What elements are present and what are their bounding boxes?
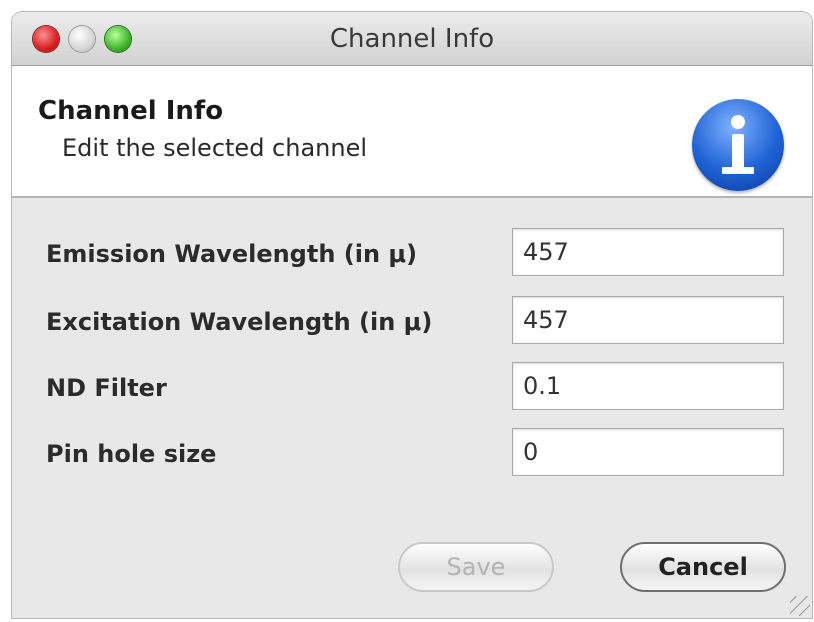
title-bar[interactable]: Channel Info [12, 12, 812, 66]
header-subtitle: Edit the selected channel [62, 134, 368, 162]
excitation-wavelength-label: Excitation Wavelength (in μ) [46, 308, 433, 336]
emission-wavelength-input[interactable] [512, 228, 784, 276]
excitation-wavelength-input[interactable] [512, 296, 784, 344]
nd-filter-input[interactable] [512, 362, 784, 410]
channel-info-dialog: Channel Info Channel Info Edit the selec… [12, 12, 812, 618]
header-title: Channel Info [38, 96, 224, 126]
nd-filter-label: ND Filter [46, 374, 167, 402]
excitation-wavelength-row: Excitation Wavelength (in μ) [12, 296, 812, 348]
resize-grip-icon[interactable] [790, 596, 810, 616]
dialog-header: Channel Info Edit the selected channel [12, 66, 812, 198]
pin-hole-size-row: Pin hole size [12, 428, 812, 480]
info-icon [692, 99, 784, 191]
nd-filter-row: ND Filter [12, 362, 812, 414]
window-title: Channel Info [329, 24, 495, 54]
save-button[interactable]: Save [398, 542, 554, 592]
cancel-button[interactable]: Cancel [620, 542, 786, 592]
emission-wavelength-row: Emission Wavelength (in μ) [12, 228, 812, 280]
pin-hole-size-input[interactable] [512, 428, 784, 476]
pin-hole-size-label: Pin hole size [46, 440, 217, 468]
emission-wavelength-label: Emission Wavelength (in μ) [46, 240, 418, 268]
